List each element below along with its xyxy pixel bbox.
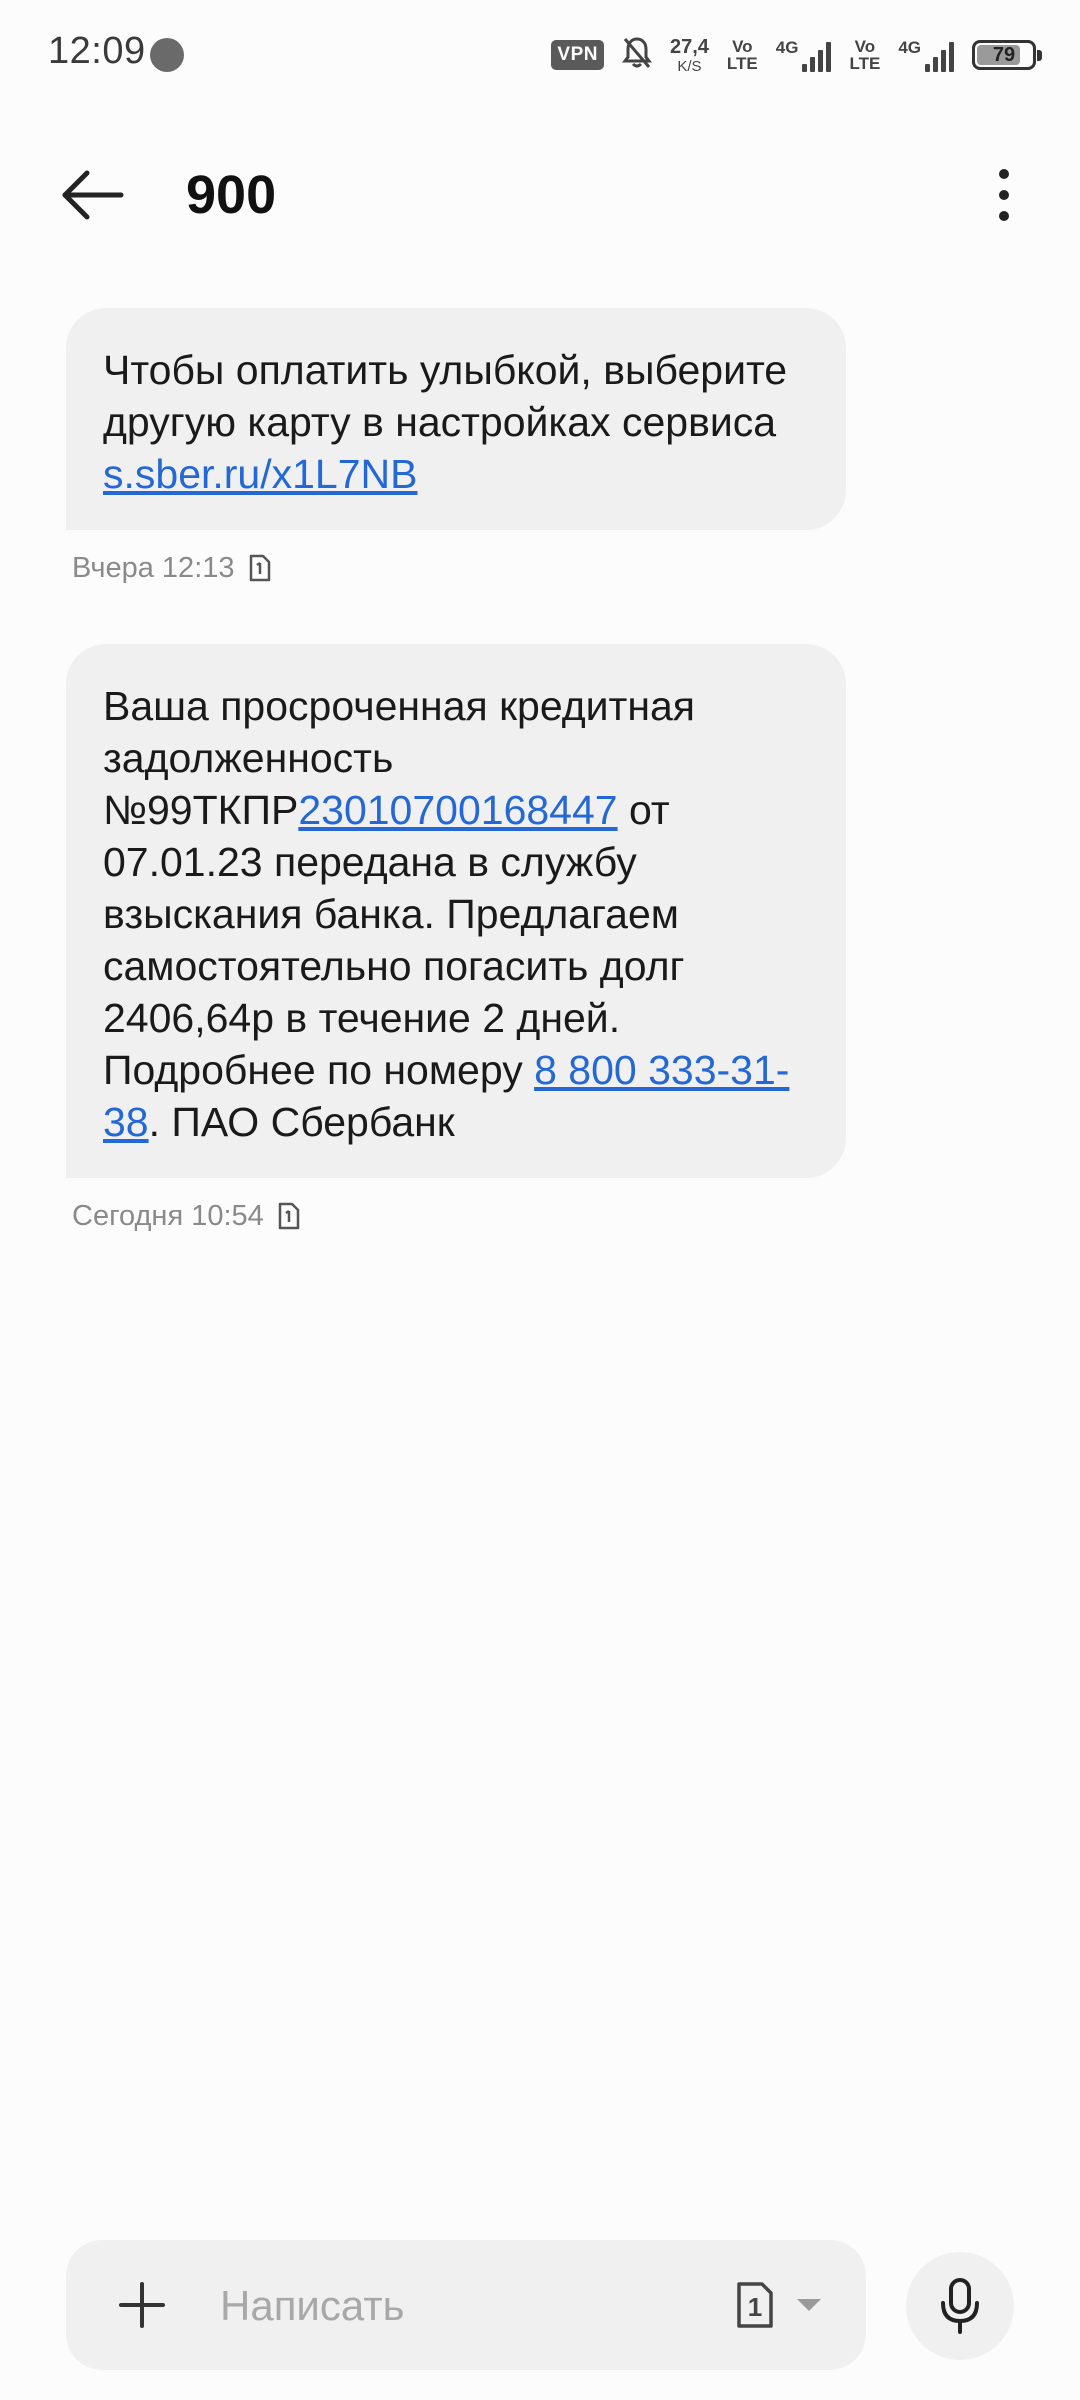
message-composer: 1 [66, 2240, 866, 2370]
message-meta: Вчера 12:13 [72, 548, 846, 588]
status-indicators: VPN 27,4 K/S Vo LTE 4G Vo LTE 4G 79 [551, 28, 1042, 82]
sim-selector[interactable]: 1 [736, 2273, 822, 2337]
chevron-down-icon [797, 2299, 821, 2311]
sim1-network-type: 4G [775, 37, 799, 57]
message-text: Чтобы оплатить улыбкой, выберите другую … [103, 347, 788, 445]
sim2-signal: 4G [898, 39, 954, 72]
sim-card-icon: 1 [736, 2281, 774, 2329]
sim-1-icon [278, 1202, 300, 1230]
message-bubble[interactable]: Чтобы оплатить улыбкой, выберите другую … [66, 308, 846, 530]
conversation-title: 900 [186, 165, 277, 225]
microphone-icon [941, 2278, 979, 2334]
sim2-volte: Vo LTE [849, 38, 880, 72]
battery-level: 79 [992, 43, 1016, 66]
message-bubble[interactable]: Ваша просроченная кредитная задолженност… [66, 644, 846, 1178]
more-vertical-icon [999, 169, 1009, 221]
sim2-volte-bottom: LTE [849, 54, 881, 73]
message-timestamp: Сегодня 10:54 [72, 1199, 264, 1232]
status-time: 12:09 [48, 30, 146, 72]
add-attachment-button[interactable] [110, 2273, 174, 2337]
bell-muted-icon [621, 36, 652, 75]
network-speed-value: 27,4 [669, 35, 709, 58]
message-list[interactable]: Чтобы оплатить улыбкой, выберите другую … [66, 308, 846, 1236]
voice-input-button[interactable] [906, 2252, 1014, 2360]
message-item: Чтобы оплатить улыбкой, выберите другую … [66, 308, 846, 588]
sim1-signal: 4G [776, 39, 832, 72]
arrow-left-icon [62, 170, 124, 220]
notification-app-icon [150, 38, 184, 72]
messaging-screen: 12:09 VPN 27,4 K/S Vo LTE 4G Vo LTE 4G 7… [0, 0, 1080, 2400]
sim1-volte: Vo LTE [727, 38, 758, 72]
app-bar: 900 [0, 140, 1080, 250]
sim1-signal-bars-icon [802, 40, 832, 72]
battery-icon: 79 [972, 40, 1042, 70]
sim-1-icon [249, 554, 271, 582]
message-timestamp: Вчера 12:13 [72, 551, 235, 584]
message-input[interactable] [218, 2270, 722, 2342]
plus-icon [119, 2282, 165, 2328]
sim-slot-number: 1 [747, 2291, 763, 2322]
message-item: Ваша просроченная кредитная задолженност… [66, 644, 846, 1236]
sim2-signal-bars-icon [925, 40, 954, 72]
message-text: . ПАО Сбербанк [148, 1099, 455, 1145]
message-link[interactable]: s.sber.ru/x1L7NB [103, 451, 418, 497]
network-speed: 27,4 K/S [670, 37, 709, 74]
message-meta: Сегодня 10:54 [72, 1196, 846, 1236]
more-options-button[interactable] [964, 155, 1044, 235]
sim1-volte-bottom: LTE [726, 54, 758, 73]
vpn-icon: VPN [551, 40, 604, 70]
sim1-volte-top: Vo [732, 37, 753, 56]
status-bar: 12:09 VPN 27,4 K/S Vo LTE 4G Vo LTE 4G 7… [0, 0, 1080, 110]
network-speed-unit: K/S [677, 57, 702, 75]
sim2-network-type: 4G [898, 37, 921, 57]
sim2-volte-top: Vo [854, 37, 876, 56]
back-button[interactable] [48, 160, 138, 230]
message-number-link[interactable]: 23010700168447 [298, 787, 617, 833]
